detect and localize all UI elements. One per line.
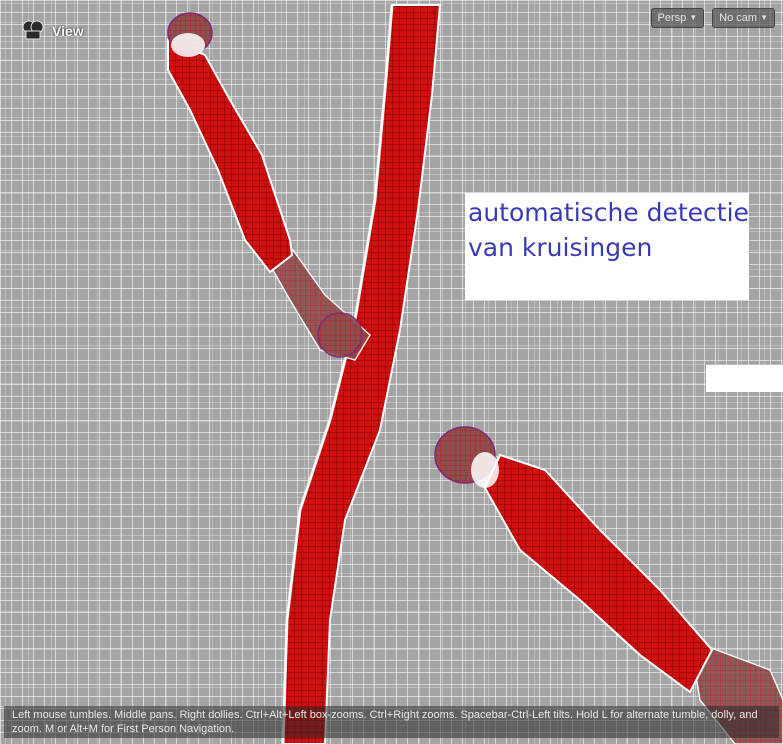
annotation-line-2: van kruisingen: [468, 233, 653, 262]
3d-viewport[interactable]: View Persp ▼ No cam ▼ automatische detec…: [0, 0, 783, 744]
overlay-patch: [706, 365, 783, 392]
annotation-line-1: automatische detectie: [468, 198, 749, 227]
pipe-meshes: [167, 4, 783, 744]
viewport-toolbar: Persp ▼ No cam ▼: [650, 8, 775, 28]
camera-dropdown-label: No cam: [719, 12, 758, 24]
branch-pipe-upper[interactable]: [167, 12, 371, 361]
chevron-down-icon: ▼: [760, 13, 768, 22]
camera-cube-icon: [20, 18, 46, 44]
status-bar-text: Left mouse tumbles. Middle pans. Right d…: [12, 709, 758, 735]
chevron-down-icon: ▼: [689, 13, 698, 22]
camera-dropdown[interactable]: No cam ▼: [712, 8, 775, 28]
annotation-text: automatische detectie van kruisingen: [468, 195, 749, 265]
projection-dropdown[interactable]: Persp ▼: [650, 8, 705, 28]
annotation-box: automatische detectie van kruisingen: [465, 193, 749, 300]
projection-dropdown-label: Persp: [657, 12, 687, 24]
view-menu[interactable]: View: [20, 18, 84, 44]
main-pipe[interactable]: [281, 4, 442, 744]
branch-pipe-lower[interactable]: [434, 426, 783, 744]
view-label: View: [52, 23, 84, 39]
status-bar: Left mouse tumbles. Middle pans. Right d…: [4, 706, 779, 738]
